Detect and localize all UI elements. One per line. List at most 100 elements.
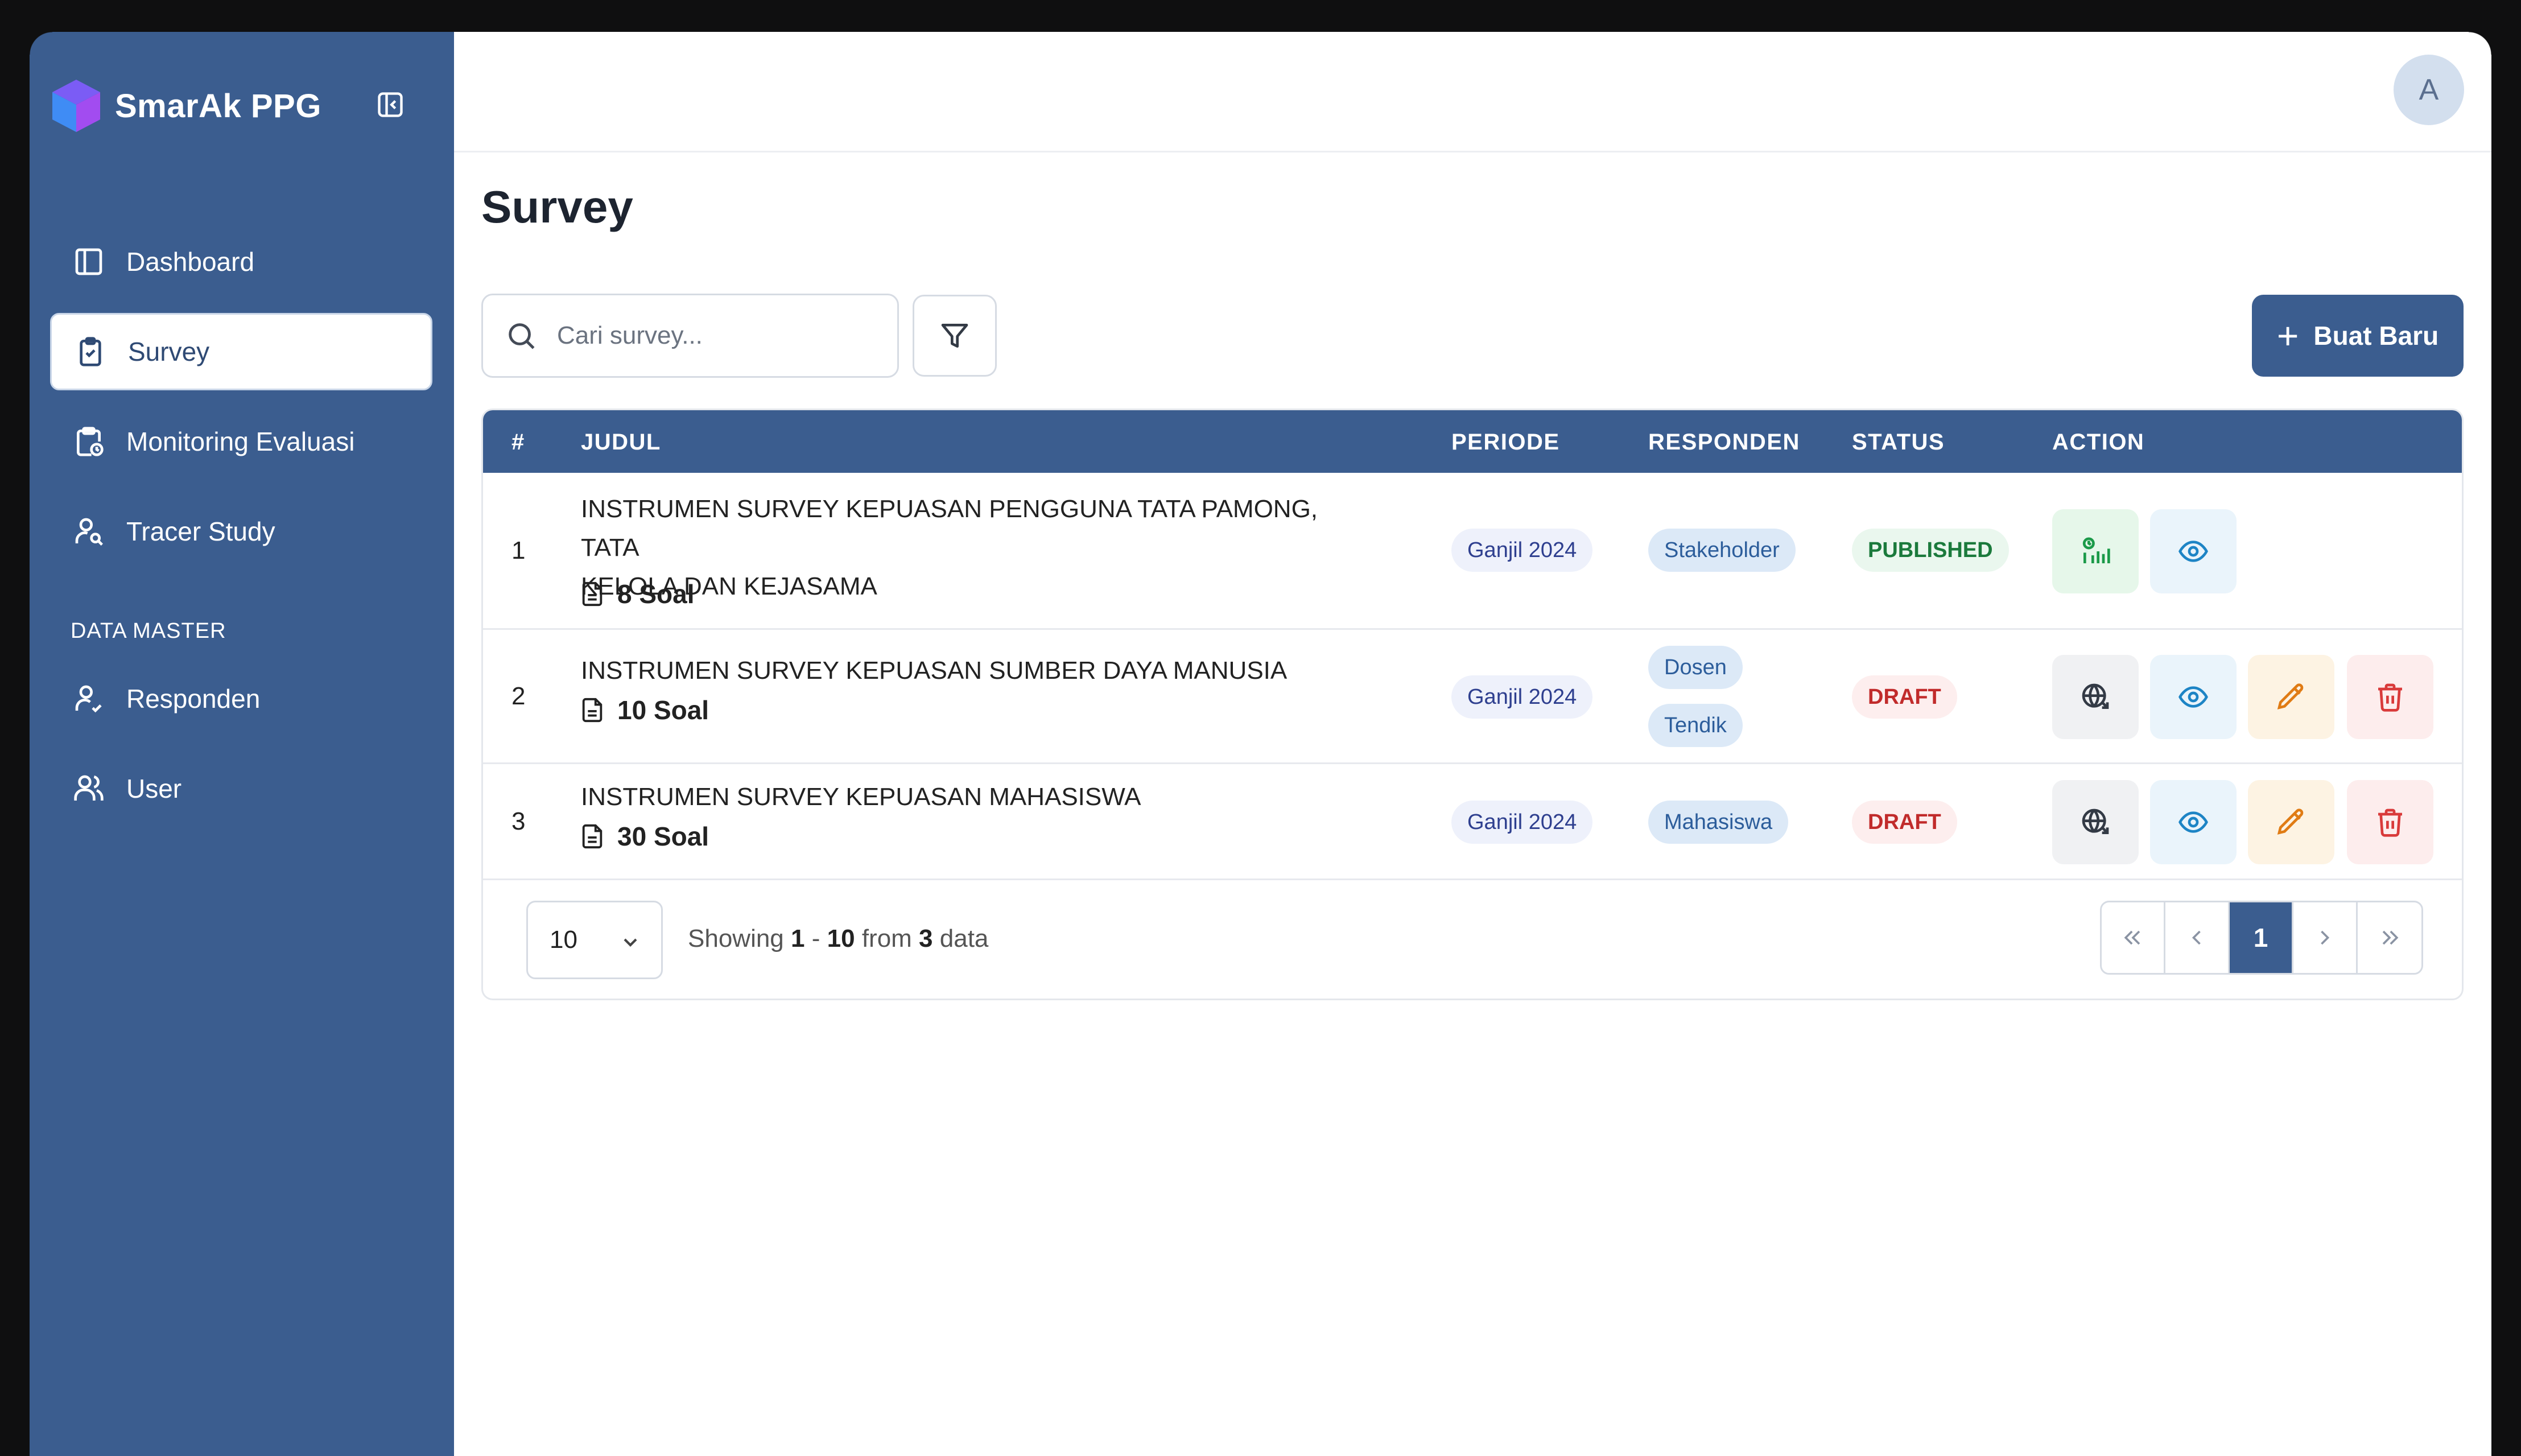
survey-title-line: INSTRUMEN SURVEY KEPUASAN SUMBER DAYA MA… xyxy=(581,657,1288,684)
sidebar-nav: Dashboard Survey Monitoring Evaluasi Tra… xyxy=(50,223,432,583)
col-header-num: # xyxy=(511,430,525,455)
survey-table: # JUDUL PERIODE RESPONDEN STATUS ACTION … xyxy=(481,409,2464,1000)
avatar[interactable]: A xyxy=(2394,55,2464,125)
clipboard-clock-icon xyxy=(77,427,104,456)
device-bezel-corner xyxy=(2469,32,2491,55)
periode-badge: Ganjil 2024 xyxy=(1451,529,1593,572)
brand[interactable]: SmarAk PPG xyxy=(50,77,321,134)
trash-icon xyxy=(2378,683,2402,712)
search-input[interactable] xyxy=(557,321,876,350)
summary-total: 3 xyxy=(919,925,933,952)
sidebar-item-user[interactable]: User xyxy=(50,750,432,827)
sidebar-item-tracer-study[interactable]: Tracer Study xyxy=(50,493,432,570)
status-badge: DRAFT xyxy=(1852,801,1957,844)
sidebar-item-label: Tracer Study xyxy=(126,517,275,546)
create-new-label: Buat Baru xyxy=(2313,321,2439,350)
page-title: Survey xyxy=(481,182,633,232)
responden-badge: Stakeholder xyxy=(1648,529,1796,572)
summary-text: from xyxy=(861,925,912,952)
sidebar-collapse-icon[interactable] xyxy=(376,90,405,119)
plus-icon: + xyxy=(2276,315,2299,357)
summary-to: 10 xyxy=(827,925,855,952)
summary-text: Showing xyxy=(688,925,784,952)
sidebar-item-label: Responden xyxy=(126,684,261,713)
chart-results-icon xyxy=(2082,537,2110,563)
user-search-icon xyxy=(75,518,103,546)
row-number: 2 xyxy=(511,682,526,710)
col-header-responden: RESPONDEN xyxy=(1648,430,1800,455)
page-button[interactable]: 1 xyxy=(2229,902,2294,973)
survey-title-line: INSTRUMEN SURVEY KEPUASAN MAHASISWA xyxy=(581,783,1141,811)
question-count-label: 10 Soal xyxy=(617,695,709,725)
results-button[interactable] xyxy=(2052,509,2139,593)
table-row: 2 INSTRUMEN SURVEY KEPUASAN SUMBER DAYA … xyxy=(483,630,2462,764)
trash-icon xyxy=(2378,809,2402,837)
eye-icon xyxy=(2178,686,2208,708)
create-new-button[interactable]: + Buat Baru xyxy=(2252,295,2464,377)
eye-icon xyxy=(2178,811,2208,833)
delete-button[interactable] xyxy=(2347,780,2433,864)
last-page-button[interactable] xyxy=(2358,902,2421,973)
sidebar-item-monitoring-evaluasi[interactable]: Monitoring Evaluasi xyxy=(50,403,432,480)
question-count: 10 Soal xyxy=(581,695,709,725)
chevron-down-icon xyxy=(624,938,637,947)
view-button[interactable] xyxy=(2150,509,2237,593)
col-header-status: STATUS xyxy=(1852,430,1945,455)
device-bezel xyxy=(0,0,2521,32)
view-button[interactable] xyxy=(2150,655,2237,739)
users-icon xyxy=(74,775,104,801)
question-count: 30 Soal xyxy=(581,821,709,852)
chevrons-right-icon xyxy=(2382,930,2399,945)
survey-title[interactable]: INSTRUMEN SURVEY KEPUASAN MAHASISWA xyxy=(581,778,1377,816)
edit-button[interactable] xyxy=(2248,780,2334,864)
responden-badge: Dosen xyxy=(1648,646,1743,689)
periode-badge: Ganjil 2024 xyxy=(1451,801,1593,844)
globe-share-icon xyxy=(2082,683,2109,709)
question-count-label: 8 Soal xyxy=(617,579,695,609)
device-bezel xyxy=(0,0,30,1456)
top-bar: A xyxy=(454,32,2491,152)
dashboard-icon xyxy=(75,248,102,275)
survey-title[interactable]: INSTRUMEN SURVEY KEPUASAN PENGGUNA TATA … xyxy=(581,490,1377,606)
chevrons-left-icon xyxy=(2124,930,2140,945)
table-header: # JUDUL PERIODE RESPONDEN STATUS ACTION xyxy=(483,410,2462,473)
prev-page-button[interactable] xyxy=(2165,902,2230,973)
per-page-select[interactable]: 10 xyxy=(526,901,663,979)
filter-button[interactable] xyxy=(913,295,997,377)
sidebar-item-survey[interactable]: Survey xyxy=(50,313,432,390)
user-check-icon xyxy=(75,685,102,713)
responden-badge: Mahasiswa xyxy=(1648,801,1789,844)
app-window: SmarAk PPG Dashboard Survey Monitoring E… xyxy=(0,0,2521,1456)
chevron-left-icon xyxy=(2192,930,2201,945)
pencil-icon xyxy=(2277,683,2304,710)
per-page-value: 10 xyxy=(550,926,577,954)
next-page-button[interactable] xyxy=(2293,902,2358,973)
sidebar-item-label: Dashboard xyxy=(126,247,255,277)
sidebar-item-responden[interactable]: Responden xyxy=(50,660,432,737)
document-icon xyxy=(582,581,603,607)
survey-title-line: KELOLA DAN KEJASAMA xyxy=(581,572,877,600)
status-badge: DRAFT xyxy=(1852,675,1957,719)
col-header-action: ACTION xyxy=(2052,430,2145,455)
responden-badge: Tendik xyxy=(1648,704,1743,747)
survey-title[interactable]: INSTRUMEN SURVEY KEPUASAN SUMBER DAYA MA… xyxy=(581,651,1377,690)
search-icon xyxy=(509,323,535,349)
chevron-right-icon xyxy=(2321,930,2330,945)
publish-button[interactable] xyxy=(2052,780,2139,864)
device-bezel-corner xyxy=(30,32,52,55)
sidebar-item-dashboard[interactable]: Dashboard xyxy=(50,223,432,300)
sidebar-section-label: DATA MASTER xyxy=(71,619,226,643)
sidebar-item-label: User xyxy=(126,774,182,803)
pencil-icon xyxy=(2277,809,2304,835)
pagination-summary: Showing 1 - 10 from 3 data xyxy=(688,925,988,953)
sidebar: SmarAk PPG Dashboard Survey Monitoring E… xyxy=(30,32,454,1456)
first-page-button[interactable] xyxy=(2102,902,2166,973)
publish-button[interactable] xyxy=(2052,655,2139,739)
question-count: 8 Soal xyxy=(581,579,695,609)
summary-text: - xyxy=(811,925,820,952)
view-button[interactable] xyxy=(2150,780,2237,864)
sidebar-item-label: Survey xyxy=(128,337,210,366)
search-box[interactable] xyxy=(481,294,899,378)
delete-button[interactable] xyxy=(2347,655,2433,739)
edit-button[interactable] xyxy=(2248,655,2334,739)
